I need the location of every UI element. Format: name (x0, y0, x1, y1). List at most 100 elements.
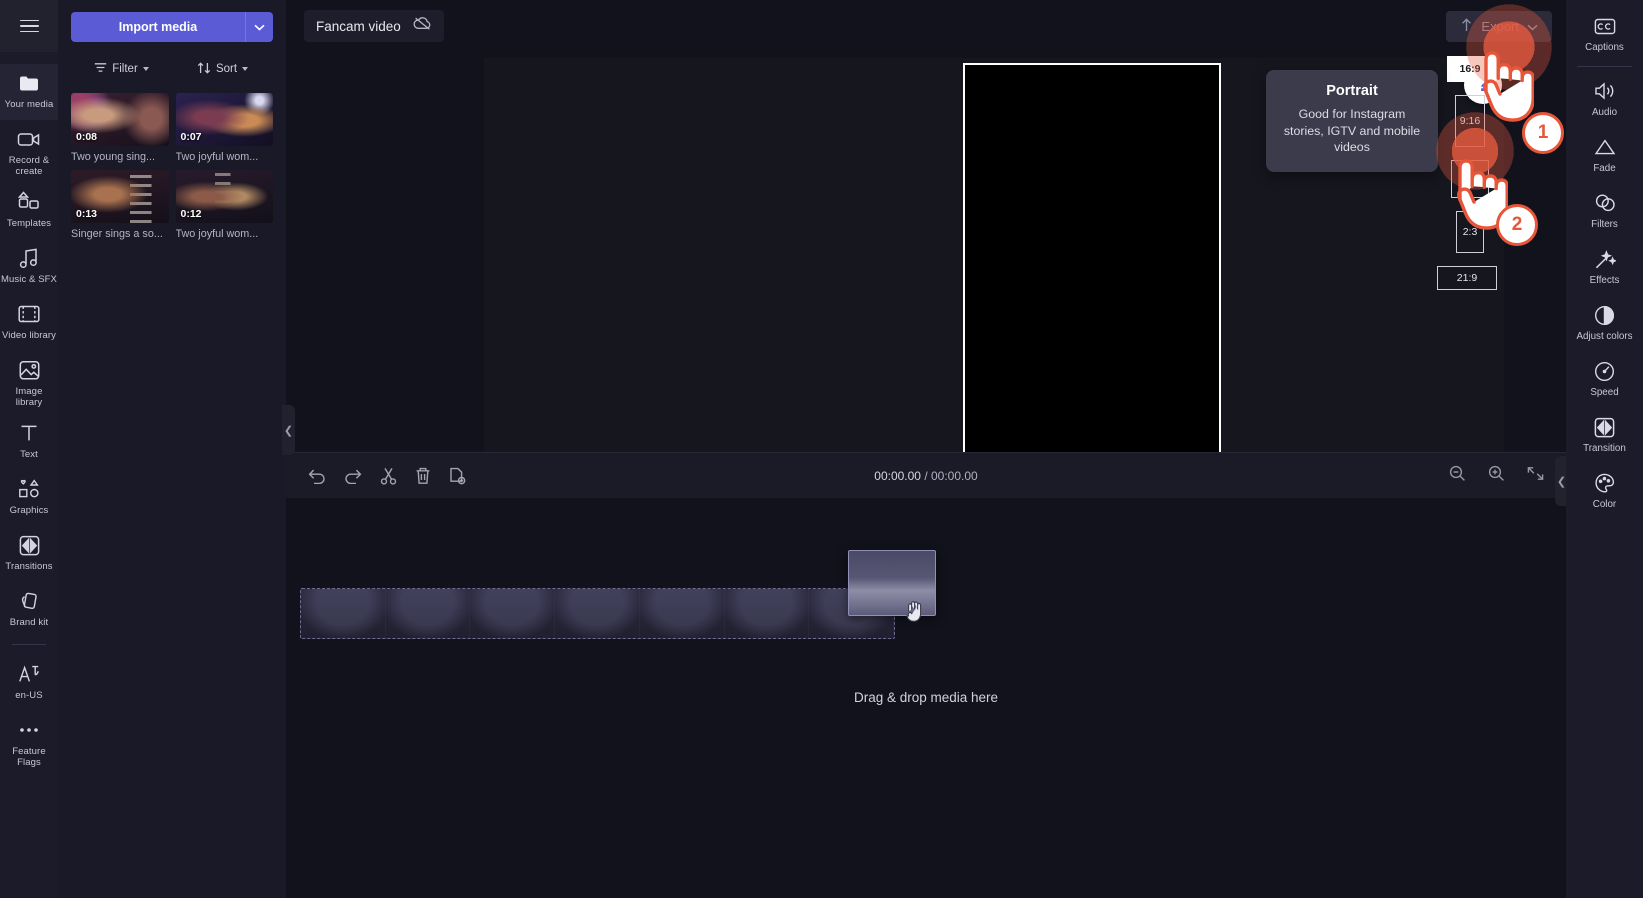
media-panel-collapse-button[interactable]: ❮ (282, 405, 295, 455)
sidebar-item-text[interactable]: Text (0, 414, 58, 470)
sidebar-item-brand-kit[interactable]: Brand kit (0, 582, 58, 638)
sidebar-item-video-library[interactable]: Video library (0, 295, 58, 351)
fade-icon (1594, 135, 1616, 159)
project-title-chip[interactable]: Fancam video (304, 10, 444, 42)
tool-transition[interactable]: Transition (1566, 407, 1643, 463)
timeline-body[interactable]: Drag & drop media here (286, 498, 1566, 898)
chevron-down-icon (254, 18, 265, 36)
grab-hand-cursor-icon (904, 598, 926, 629)
left-navigation-rail: Your media Record & create Templates Mus… (0, 0, 58, 898)
rail-divider (12, 644, 46, 645)
folder-icon (18, 71, 40, 95)
aspect-ratio-1-1[interactable]: 1:1 (1451, 160, 1489, 198)
timeline-frame-strip (301, 589, 894, 638)
media-item[interactable]: 0:12 Two joyful wom... (175, 170, 273, 240)
zoom-out-button[interactable] (1449, 465, 1466, 487)
chevron-left-icon: ❮ (283, 424, 294, 437)
sidebar-item-your-media[interactable]: Your media (0, 64, 58, 120)
fit-to-timeline-button[interactable] (1527, 466, 1544, 486)
media-thumbnail[interactable]: 0:07 (175, 93, 273, 146)
timeline-drop-target[interactable] (300, 588, 895, 639)
brand-kit-icon (19, 589, 40, 613)
current-time: 00:00.00 (874, 468, 921, 483)
sidebar-label: Your media (4, 99, 54, 110)
sidebar-item-record-create[interactable]: Record & create (0, 120, 58, 183)
cloud-off-icon[interactable] (413, 16, 432, 36)
closed-captions-icon (1594, 14, 1616, 38)
chevron-down-icon (242, 67, 249, 71)
aspect-ratio-flyout: 16:9 9:16 1:1 2:3 21:9 (1437, 56, 1497, 303)
tool-audio[interactable]: Audio (1566, 71, 1643, 127)
transition-icon (19, 533, 40, 557)
templates-icon (18, 190, 40, 214)
media-item[interactable]: 0:07 Two joyful wom... (175, 93, 273, 163)
speedometer-icon (1594, 359, 1615, 383)
export-button[interactable]: Export (1446, 10, 1552, 42)
sidebar-item-image-library[interactable]: Image library (0, 351, 58, 414)
aspect-ratio-2-3[interactable]: 2:3 (1456, 211, 1484, 253)
sidebar-label: Brand kit (9, 617, 49, 628)
undo-button[interactable] (308, 468, 326, 484)
tool-effects[interactable]: Effects (1566, 239, 1643, 295)
sidebar-item-feature-flags[interactable]: Feature Flags (0, 711, 58, 774)
video-camera-icon (17, 127, 41, 151)
sidebar-label: Video library (2, 330, 56, 341)
tool-color[interactable]: Color (1566, 463, 1643, 519)
sidebar-item-music-sfx[interactable]: Music & SFX (0, 239, 58, 295)
sort-button[interactable]: Sort (172, 58, 273, 80)
music-note-icon (19, 246, 39, 270)
timeline-timecode: 00:00.00 / 00:00.00 (286, 469, 1566, 483)
duplicate-button[interactable] (449, 467, 466, 485)
split-button[interactable] (380, 467, 397, 485)
tool-label: Effects (1589, 275, 1620, 286)
redo-button[interactable] (344, 468, 362, 484)
filter-button[interactable]: Filter (71, 58, 172, 80)
filters-circles-icon (1594, 191, 1616, 215)
media-duration: 0:13 (76, 208, 98, 220)
media-thumbnail[interactable]: 0:13 (71, 170, 169, 223)
import-media-dropdown-button[interactable] (245, 12, 273, 42)
media-panel: Import media Filter Sort 0:08 Two young … (58, 0, 295, 898)
chevron-down-icon (1527, 19, 1538, 34)
sidebar-item-transitions[interactable]: Transitions (0, 526, 58, 582)
media-name: Singer sings a so... (71, 228, 163, 240)
media-thumbnail[interactable]: 0:12 (175, 170, 273, 223)
transition-icon (1594, 415, 1615, 439)
tool-filters[interactable]: Filters (1566, 183, 1643, 239)
zoom-in-button[interactable] (1488, 465, 1505, 487)
language-icon (18, 662, 40, 686)
hamburger-menu-button[interactable] (0, 0, 58, 52)
media-item[interactable]: 0:08 Two young sing... (71, 93, 169, 163)
media-item[interactable]: 0:13 Singer sings a so... (71, 170, 169, 240)
tool-label: Color (1592, 499, 1617, 510)
tool-label: Fade (1593, 163, 1616, 174)
drop-media-hint: Drag & drop media here (853, 690, 999, 705)
sidebar-label: Record & create (8, 155, 50, 177)
import-media-button[interactable]: Import media (71, 12, 245, 42)
upload-arrow-icon (1460, 17, 1473, 35)
sidebar-label: en-US (15, 690, 43, 701)
tool-label: Audio (1591, 107, 1618, 118)
contrast-half-circle-icon (1594, 303, 1615, 327)
tool-captions[interactable]: Captions (1566, 6, 1643, 62)
aspect-ratio-16-9[interactable]: 16:9 (1447, 56, 1493, 82)
tool-speed[interactable]: Speed (1566, 351, 1643, 407)
sidebar-item-graphics[interactable]: Graphics (0, 470, 58, 526)
left-rail-items: Your media Record & create Templates Mus… (0, 52, 58, 774)
delete-button[interactable] (415, 467, 431, 485)
sidebar-item-templates[interactable]: Templates (0, 183, 58, 239)
media-thumbnail[interactable]: 0:08 (71, 93, 169, 146)
aspect-ratio-9-16[interactable]: 9:16 (1455, 95, 1485, 147)
chevron-down-icon (142, 67, 149, 71)
tool-label: Filters (1591, 219, 1618, 230)
media-duration: 0:08 (76, 131, 98, 143)
aspect-ratio-21-9[interactable]: 21:9 (1437, 266, 1497, 290)
sidebar-item-language[interactable]: en-US (0, 655, 58, 711)
tool-adjust-colors[interactable]: Adjust colors (1566, 295, 1643, 351)
tool-fade[interactable]: Fade (1566, 127, 1643, 183)
sidebar-label: Feature Flags (12, 746, 46, 768)
right-panel-divider (1577, 66, 1632, 67)
page-title: Fancam video (316, 18, 401, 34)
top-bar: Fancam video Export (286, 0, 1566, 52)
sidebar-label: Image library (15, 386, 43, 408)
